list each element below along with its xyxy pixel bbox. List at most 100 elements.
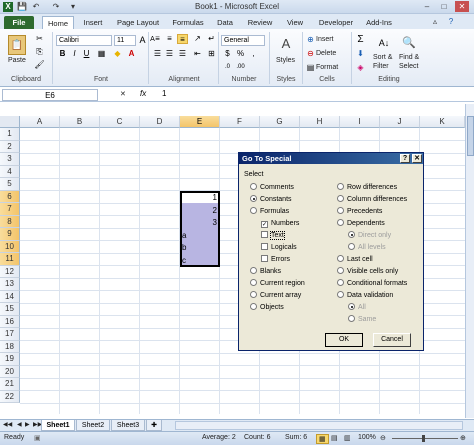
- orientation-icon[interactable]: ↗: [192, 34, 203, 44]
- row-header-16[interactable]: 16: [0, 315, 20, 328]
- align-top-icon[interactable]: ≡: [152, 34, 163, 44]
- sheet-nav-next-icon[interactable]: ▶: [25, 421, 30, 428]
- copy-icon[interactable]: ⎘: [34, 47, 45, 57]
- styles-button[interactable]: Styles: [276, 57, 295, 64]
- option-data-validation[interactable]: Data validation: [337, 291, 393, 300]
- format-painter-icon[interactable]: 🖌: [34, 60, 45, 70]
- row-header-21[interactable]: 21: [0, 378, 20, 391]
- option-row-differences[interactable]: Row differences: [337, 183, 397, 192]
- cut-icon[interactable]: ✂: [34, 34, 45, 44]
- borders-icon[interactable]: ▦: [96, 49, 107, 59]
- row-header-17[interactable]: 17: [0, 328, 20, 341]
- radio-column-differences[interactable]: [337, 195, 344, 202]
- dialog-close-button[interactable]: ✕: [412, 154, 422, 163]
- find-select-button-line2[interactable]: Select: [399, 63, 418, 70]
- option-same[interactable]: Same: [348, 315, 376, 324]
- row-header-8[interactable]: 8: [0, 215, 20, 228]
- radio-current-region[interactable]: [250, 279, 257, 286]
- option-objects[interactable]: Objects: [250, 303, 284, 312]
- option-direct-only[interactable]: Direct only: [348, 231, 391, 240]
- cell-e6[interactable]: 1: [200, 192, 217, 204]
- vertical-scroll-thumb[interactable]: [467, 116, 474, 156]
- option-precedents[interactable]: Precedents: [337, 207, 382, 216]
- sheet-tab-sheet2[interactable]: Sheet2: [76, 420, 110, 431]
- sort-filter-button[interactable]: Sort &: [373, 54, 392, 61]
- radio-current-array[interactable]: [250, 291, 257, 298]
- column-header-f[interactable]: F: [220, 116, 260, 128]
- row-header-12[interactable]: 12: [0, 265, 20, 278]
- insert-function-icon[interactable]: fx: [140, 89, 146, 98]
- column-header-e[interactable]: E: [180, 116, 220, 128]
- align-right-icon[interactable]: ☰: [177, 49, 188, 59]
- radio-last-cell[interactable]: [337, 255, 344, 262]
- name-box[interactable]: E6: [2, 89, 98, 101]
- column-header-k[interactable]: K: [420, 116, 465, 128]
- insert-cells-button[interactable]: Insert: [316, 36, 334, 43]
- zoom-level[interactable]: 100%: [358, 434, 376, 441]
- radio-row-differences[interactable]: [337, 183, 344, 190]
- row-header-11[interactable]: 11: [0, 253, 20, 266]
- delete-cells-icon[interactable]: ⊖: [305, 49, 316, 59]
- option-errors[interactable]: Errors: [261, 255, 290, 264]
- paste-button[interactable]: Paste: [8, 57, 26, 64]
- font-name-select[interactable]: Calibri: [56, 35, 112, 46]
- cell-e7[interactable]: 2: [200, 205, 217, 217]
- option-column-differences[interactable]: Column differences: [337, 195, 407, 204]
- percent-icon[interactable]: %: [235, 49, 246, 59]
- page-break-view-icon[interactable]: ▥: [344, 434, 351, 442]
- option-text[interactable]: Text: [261, 231, 285, 240]
- column-header-d[interactable]: D: [140, 116, 180, 128]
- tab-formulas[interactable]: Formulas: [168, 16, 208, 29]
- row-header-2[interactable]: 2: [0, 140, 20, 153]
- zoom-out-icon[interactable]: ⊖: [380, 434, 386, 442]
- row-header-18[interactable]: 18: [0, 340, 20, 353]
- clear-icon[interactable]: ◈: [355, 63, 366, 73]
- radio-conditional-formats[interactable]: [337, 279, 344, 286]
- tab-data[interactable]: Data: [212, 16, 238, 29]
- maximize-button[interactable]: □: [437, 1, 451, 12]
- tab-page-layout[interactable]: Page Layout: [112, 16, 164, 29]
- row-header-22[interactable]: 22: [0, 390, 20, 403]
- radio-all-levels[interactable]: [348, 243, 355, 250]
- radio-all[interactable]: [348, 303, 355, 310]
- option-comments[interactable]: Comments: [250, 183, 294, 192]
- styles-icon[interactable]: A: [276, 36, 296, 52]
- radio-same[interactable]: [348, 315, 355, 322]
- wrap-text-icon[interactable]: ↵: [206, 34, 217, 44]
- italic-button[interactable]: I: [69, 49, 80, 59]
- normal-view-icon[interactable]: ▦: [316, 434, 329, 444]
- row-header-3[interactable]: 3: [0, 153, 20, 166]
- insert-cells-icon[interactable]: ⊕: [305, 35, 316, 45]
- option-conditional-formats[interactable]: Conditional formats: [337, 279, 407, 288]
- zoom-slider-thumb[interactable]: [422, 435, 425, 442]
- check-numbers[interactable]: ✓: [261, 221, 268, 228]
- row-header-7[interactable]: 7: [0, 203, 20, 216]
- currency-icon[interactable]: $: [222, 49, 233, 59]
- row-header-9[interactable]: 9: [0, 228, 20, 241]
- row-header-6[interactable]: 6: [0, 190, 20, 203]
- find-select-icon[interactable]: 🔍: [401, 35, 417, 51]
- merge-icon[interactable]: ⊞: [206, 49, 217, 59]
- dialog-help-button[interactable]: ?: [400, 154, 410, 163]
- cell-e10[interactable]: b: [182, 242, 199, 254]
- option-visible-cells-only[interactable]: Visible cells only: [337, 267, 398, 276]
- close-button[interactable]: ✕: [455, 1, 469, 12]
- comma-icon[interactable]: ,: [248, 49, 259, 59]
- ribbon-minimize-icon[interactable]: ▵: [430, 17, 440, 27]
- check-errors[interactable]: [261, 255, 268, 262]
- row-header-4[interactable]: 4: [0, 165, 20, 178]
- format-cells-button[interactable]: Format: [316, 64, 338, 71]
- radio-visible-cells-only[interactable]: [337, 267, 344, 274]
- radio-formulas[interactable]: [250, 207, 257, 214]
- underline-button[interactable]: U: [81, 49, 92, 59]
- column-header-g[interactable]: G: [260, 116, 300, 128]
- radio-precedents[interactable]: [337, 207, 344, 214]
- cancel-entry-icon[interactable]: ✕: [120, 90, 126, 98]
- column-header-b[interactable]: B: [60, 116, 100, 128]
- macro-record-icon[interactable]: ▣: [34, 434, 41, 442]
- delete-cells-button[interactable]: Delete: [316, 50, 336, 57]
- tab-add-ins[interactable]: Add-Ins: [362, 16, 396, 29]
- align-left-icon[interactable]: ☰: [152, 49, 163, 59]
- align-center-icon[interactable]: ☰: [164, 49, 175, 59]
- row-header-19[interactable]: 19: [0, 353, 20, 366]
